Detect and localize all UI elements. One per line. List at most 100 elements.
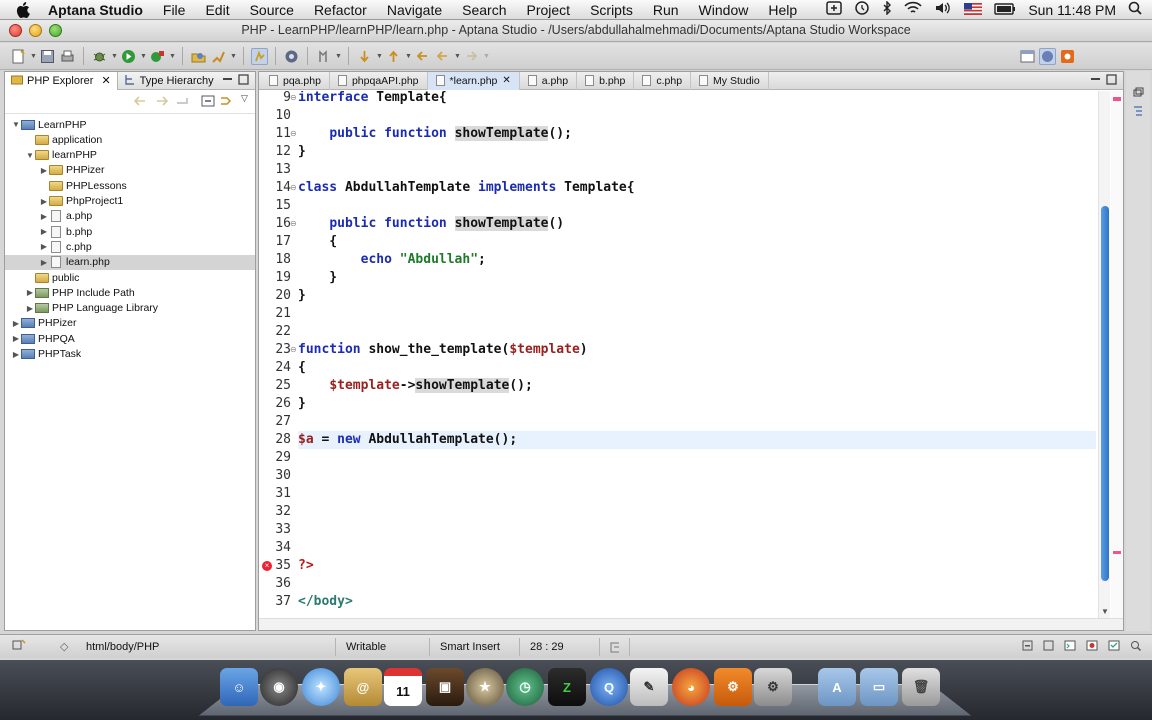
chevron-right-icon[interactable]: ▶ [39, 258, 49, 267]
editor-tab[interactable]: b.php [577, 71, 635, 90]
code-line[interactable] [298, 305, 1096, 323]
collapse-all-icon[interactable] [201, 95, 215, 110]
tree-item[interactable]: ▶ PHPizer [5, 163, 255, 178]
code-line[interactable] [298, 467, 1096, 485]
tree-item[interactable]: public [5, 270, 255, 285]
code-line[interactable] [298, 485, 1096, 503]
chevron-right-icon[interactable]: ▶ [39, 212, 49, 221]
error-marker[interactable] [1113, 551, 1121, 554]
fold-toggle-icon[interactable]: ⊖ [290, 345, 297, 354]
code-line[interactable] [298, 107, 1096, 125]
tree-item[interactable]: ▶ c.php [5, 239, 255, 254]
menu-file[interactable]: File [153, 2, 196, 18]
php-perspective-icon[interactable] [1039, 47, 1056, 65]
scroll-down-icon[interactable]: ▼ [1101, 607, 1109, 616]
tab-type-hierarchy[interactable]: Type Hierarchy [118, 72, 220, 90]
menu-search[interactable]: Search [452, 2, 516, 18]
forward-icon[interactable] [463, 48, 480, 65]
problems-icon[interactable] [1086, 640, 1098, 654]
menu-scripts[interactable]: Scripts [580, 2, 643, 18]
tasks-icon[interactable] [1108, 640, 1120, 654]
search-view-icon[interactable] [1130, 640, 1142, 654]
code-line[interactable]: $a = new AbdullahTemplate(); [298, 431, 1096, 449]
code-line[interactable] [298, 449, 1096, 467]
calendar-icon[interactable]: 11 [384, 668, 422, 706]
maximize-icon[interactable] [1043, 640, 1054, 654]
chevron-down-icon[interactable]: ▼ [111, 53, 118, 60]
status-breadcrumb[interactable]: html/body/PHP [76, 637, 336, 656]
code-line[interactable]: } [298, 287, 1096, 305]
chevron-right-icon[interactable]: ▶ [39, 242, 49, 251]
open-type-icon[interactable] [190, 48, 207, 65]
tab-php-explorer[interactable]: PHP Explorer ✕ [5, 71, 118, 90]
chevron-down-icon[interactable]: ▼ [405, 53, 412, 60]
editor-tab[interactable]: *learn.php ✕ [427, 71, 520, 90]
new-icon[interactable] [10, 48, 27, 65]
volume-icon[interactable] [934, 1, 952, 18]
code-line[interactable]: function show_the_template($template) [298, 341, 1096, 359]
toggle-mark-occurrences-icon[interactable] [251, 47, 268, 65]
chevron-right-icon[interactable]: ▶ [11, 334, 21, 343]
code-line[interactable] [298, 323, 1096, 341]
code-line[interactable] [298, 197, 1096, 215]
photo-booth-icon[interactable]: ▣ [426, 668, 464, 706]
code-line[interactable] [298, 503, 1096, 521]
chevron-down-icon[interactable]: ▼ [169, 53, 176, 60]
dashboard-icon[interactable]: ◉ [260, 668, 298, 706]
code-line[interactable]: </body> [298, 593, 1096, 611]
deploy-icon[interactable] [210, 48, 227, 65]
error-icon[interactable]: × [262, 561, 272, 571]
menu-navigate[interactable]: Navigate [377, 2, 452, 18]
aptana-perspective-icon[interactable] [1059, 48, 1076, 65]
tree-item[interactable]: ▶ PHPTask [5, 347, 255, 362]
vertical-scrollbar[interactable]: ▼ [1098, 91, 1110, 618]
menu-window[interactable]: Window [689, 2, 759, 18]
run-icon[interactable] [120, 48, 137, 65]
chevron-right-icon[interactable]: ▶ [11, 350, 21, 359]
fold-toggle-icon[interactable]: ⊖ [290, 93, 297, 102]
chevron-right-icon[interactable]: ▶ [39, 166, 49, 175]
code-line[interactable] [298, 161, 1096, 179]
maximize-editor-icon[interactable] [1106, 74, 1117, 88]
tree-item[interactable]: ▼ LearnPHP [5, 117, 255, 132]
menu-run[interactable]: Run [643, 2, 689, 18]
code-area[interactable]: interface Template{ public function show… [298, 91, 1098, 618]
imovie-icon[interactable]: ★ [466, 668, 504, 706]
code-line[interactable]: } [298, 143, 1096, 161]
scroll-thumb[interactable] [1101, 206, 1109, 581]
maximize-panel-icon[interactable] [238, 74, 249, 88]
code-line[interactable]: $template->showTemplate(); [298, 377, 1096, 395]
chevron-right-icon[interactable]: ▶ [11, 319, 21, 328]
outline-icon[interactable] [1132, 105, 1144, 120]
code-line[interactable] [298, 521, 1096, 539]
apple-icon[interactable] [14, 1, 32, 18]
chevron-down-icon[interactable]: ▼ [11, 120, 21, 129]
view-menu-icon[interactable]: ▽ [241, 93, 248, 104]
chevron-right-icon[interactable]: ▶ [25, 288, 35, 297]
code-line[interactable] [298, 575, 1096, 593]
prev-annotation-icon[interactable] [385, 48, 402, 65]
quicktime-icon[interactable]: Q [590, 668, 628, 706]
firefox-icon[interactable]: ◕ [672, 668, 710, 706]
chevron-down-icon[interactable]: ▼ [230, 53, 237, 60]
code-line[interactable] [298, 413, 1096, 431]
console-icon[interactable] [1064, 640, 1076, 654]
close-icon[interactable]: ✕ [101, 74, 110, 87]
bluetooth-icon[interactable] [882, 0, 892, 18]
back-icon[interactable] [133, 95, 147, 110]
tree-item[interactable]: application [5, 132, 255, 147]
tree-item[interactable]: ▶ PHPQA [5, 331, 255, 346]
tree-item[interactable]: ▶ PHP Include Path [5, 285, 255, 300]
up-icon[interactable] [175, 95, 189, 110]
chevron-down-icon[interactable]: ▼ [483, 53, 490, 60]
menu-refactor[interactable]: Refactor [304, 2, 377, 18]
debug-icon[interactable] [91, 48, 108, 65]
safari-icon[interactable]: ✦ [302, 668, 340, 706]
chevron-down-icon[interactable]: ▼ [25, 151, 35, 160]
documents-folder-icon[interactable]: ▭ [860, 668, 898, 706]
editor-tab[interactable]: a.php [520, 71, 578, 90]
editor-tab[interactable]: phpqaAPI.php [330, 71, 428, 90]
time-machine-icon[interactable]: ◷ [506, 668, 544, 706]
menubar-clock[interactable]: Sun 11:48 PM [1028, 2, 1116, 18]
code-line[interactable]: { [298, 233, 1096, 251]
